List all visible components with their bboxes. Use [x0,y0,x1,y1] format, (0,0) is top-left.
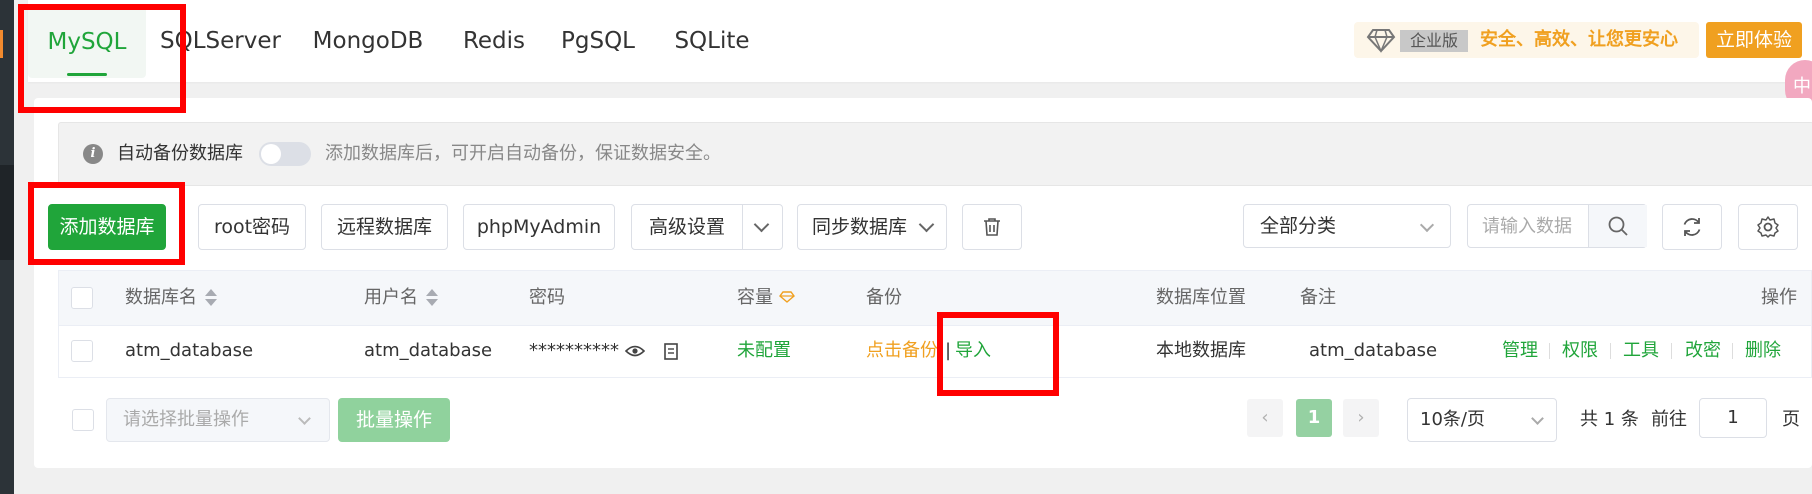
chevron-down-icon [1531,412,1544,425]
sync-database-label: 同步数据库 [811,216,907,238]
enterprise-promo-banner[interactable]: 企业版 安全、高效、让您更安心 [1354,22,1699,58]
backup-link[interactable]: 点击备份 [866,325,938,377]
cell-db-name: atm_database [125,340,254,361]
goto-label: 前往 [1651,409,1687,430]
header-location: 数据库位置 [1156,287,1246,308]
chevron-down-icon [918,216,935,238]
sidebar-active-accent [0,30,3,58]
remote-database-button[interactable]: 远程数据库 [321,204,448,250]
cell-username: atm_database [364,340,493,361]
header-remark: 备注 [1300,287,1336,308]
next-page-button[interactable]: › [1343,399,1379,437]
permission-link[interactable]: 权限 [1562,325,1598,377]
sidebar-active-block [0,165,14,260]
header-username[interactable]: 用户名 [364,271,438,325]
tab-mysql[interactable]: MySQL [28,6,146,78]
op-separator [1732,343,1733,359]
header-capacity-label: 容量 [737,287,773,308]
total-count: 共 1 条 [1580,409,1639,430]
tools-link[interactable]: 工具 [1623,325,1659,377]
advanced-settings-button[interactable]: 高级设置 [631,204,783,250]
prev-page-button[interactable]: ‹ [1247,399,1283,437]
root-password-button[interactable]: root密码 [198,204,306,250]
sort-icon[interactable] [426,288,438,308]
cell-capacity-link[interactable]: 未配置 [737,325,791,377]
promo-slogan: 安全、高效、让您更安心 [1480,29,1678,50]
trash-icon [984,218,1000,236]
backup-separator: | [945,340,952,361]
search-icon [1608,216,1628,236]
batch-operation-button[interactable]: 批量操作 [338,398,450,442]
category-select-value: 全部分类 [1260,215,1337,237]
eye-icon[interactable] [625,344,645,358]
page-number[interactable]: 1 [1296,399,1332,437]
chevron-down-icon [1419,217,1435,233]
diamond-icon [778,291,795,303]
table-header: 数据库名 用户名 密码 容量 备份 数据库位置 备注 操作 [59,271,1811,326]
auto-backup-infobar: i 自动备份数据库 添加数据库后，可开启自动备份，保证数据安全。 [58,122,1812,186]
auto-backup-hint: 添加数据库后，可开启自动备份，保证数据安全。 [325,143,721,164]
search-input[interactable] [1468,205,1588,247]
left-sidebar-edge [0,0,14,494]
manage-link[interactable]: 管理 [1502,325,1538,377]
try-now-button[interactable]: 立即体验 [1706,22,1802,58]
tab-mongodb[interactable]: MongoDB [308,0,428,82]
batch-select-checkbox[interactable] [72,409,94,431]
advanced-settings-label: 高级设置 [649,216,726,238]
category-select[interactable]: 全部分类 [1243,204,1451,248]
chevron-down-icon [298,412,311,425]
floating-char: 中 [1793,76,1811,97]
header-capacity: 容量 [737,271,795,325]
cell-remark[interactable]: atm_database [1309,325,1437,377]
tab-redis[interactable]: Redis [454,0,534,82]
gear-icon [1757,216,1779,238]
phpmyadmin-button[interactable]: phpMyAdmin [463,204,615,250]
op-separator [1610,343,1611,359]
header-backup: 备份 [866,287,902,308]
tab-pgsql[interactable]: PgSQL [558,0,638,82]
split-separator [742,205,743,249]
batch-select-placeholder: 请选择批量操作 [123,409,249,430]
enterprise-badge: 企业版 [1400,30,1469,52]
header-db-name[interactable]: 数据库名 [125,271,217,325]
delete-link[interactable]: 删除 [1745,325,1781,377]
tab-sqlite[interactable]: SQLite [672,0,752,82]
search-box [1467,204,1647,248]
import-link[interactable]: 导入 [955,325,991,377]
header-username-label: 用户名 [364,287,418,308]
page-size-value: 10条/页 [1420,409,1485,430]
header-operations: 操作 [1761,287,1797,308]
cell-password: ********** [529,340,619,361]
table-row: atm_database atm_database ********** 未配置… [59,325,1811,377]
op-separator [1549,343,1550,359]
page-size-select[interactable]: 10条/页 [1407,398,1557,442]
refresh-icon [1683,218,1701,236]
database-table: 数据库名 用户名 密码 容量 备份 数据库位置 备注 操作 atm_databa… [58,270,1812,378]
search-button[interactable] [1588,205,1647,247]
cell-location: 本地数据库 [1156,340,1246,361]
batch-operation-select[interactable]: 请选择批量操作 [106,398,330,442]
sync-database-button[interactable]: 同步数据库 [797,204,947,250]
auto-backup-toggle[interactable] [259,142,311,166]
diamond-icon [1366,29,1396,53]
settings-button[interactable] [1738,204,1798,250]
header-password: 密码 [529,287,565,308]
sort-icon[interactable] [205,288,217,308]
delete-button[interactable] [962,204,1022,250]
info-icon: i [83,144,103,164]
header-db-name-label: 数据库名 [125,287,197,308]
page-unit-label: 页 [1782,409,1800,430]
op-separator [1671,343,1672,359]
select-all-checkbox[interactable] [71,287,93,309]
goto-page-input[interactable]: 1 [1699,398,1767,438]
row-checkbox[interactable] [71,340,93,362]
refresh-button[interactable] [1662,204,1722,250]
tab-sqlserver[interactable]: SQLServer [160,0,281,82]
add-database-button[interactable]: 添加数据库 [48,204,166,250]
copy-icon[interactable] [663,342,679,360]
auto-backup-label: 自动备份数据库 [117,143,243,164]
change-password-link[interactable]: 改密 [1685,325,1721,377]
chevron-down-icon[interactable] [753,205,770,249]
